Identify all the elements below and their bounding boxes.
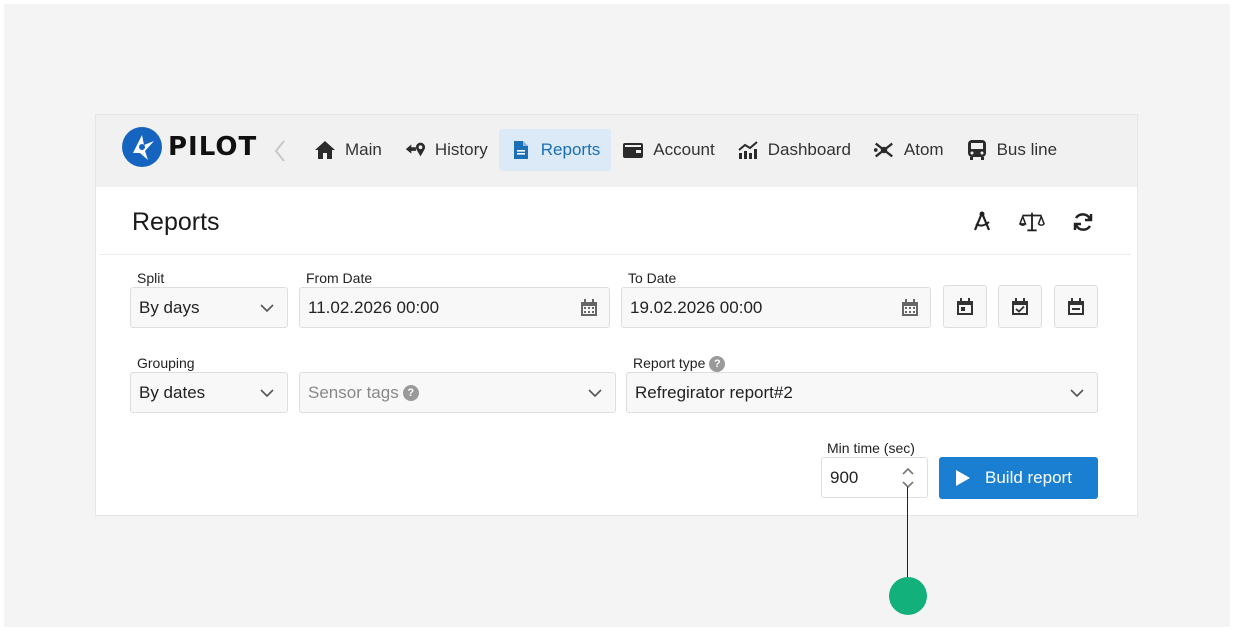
wallet-icon [622, 139, 644, 161]
calendar-day-icon [957, 297, 973, 315]
sensor-tags-placeholder: Sensor tags [308, 382, 399, 402]
from-date-label: From Date [306, 270, 373, 286]
nav-item-bus-line[interactable]: Bus line [955, 129, 1068, 171]
pilot-logo-icon [122, 127, 162, 167]
nav-item-atom[interactable]: Atom [862, 129, 955, 171]
grouping-select[interactable]: By dates [130, 372, 288, 413]
report-type-value: Refregirator report#2 [635, 382, 793, 402]
callout-line [907, 487, 908, 580]
to-date-input[interactable]: 19.02.2026 00:00 [621, 287, 931, 328]
nav-item-reports[interactable]: Reports [498, 129, 612, 171]
nav-item-label: Dashboard [767, 140, 851, 159]
report-type-label-text: Report type [633, 355, 706, 371]
grouping-value: By dates [139, 382, 206, 402]
calendar-check-icon [1012, 297, 1028, 315]
history-route-icon [404, 139, 426, 161]
report-type-label: Report type? [633, 355, 726, 373]
grouping-label: Grouping [137, 355, 195, 371]
to-date-value: 19.02.2026 00:00 [630, 297, 763, 317]
build-report-button[interactable]: Build report [939, 457, 1098, 499]
dashboard-chart-icon [737, 139, 759, 161]
nav-item-label: History [434, 140, 488, 159]
nav-tabs: Main History Reports Account Dashboard A… [303, 129, 1068, 171]
home-icon [314, 139, 336, 161]
nav-item-label: Atom [903, 140, 944, 159]
from-date-input[interactable]: 11.02.2026 00:00 [299, 287, 610, 328]
chevron-down-icon [260, 304, 274, 313]
chevron-down-icon [260, 389, 274, 398]
nav-item-history[interactable]: History [393, 129, 499, 171]
document-icon [510, 139, 532, 161]
play-icon [956, 470, 970, 486]
nav-item-dashboard[interactable]: Dashboard [726, 129, 862, 171]
nav-item-main[interactable]: Main [303, 129, 393, 171]
calendar-icon[interactable] [579, 298, 599, 318]
report-type-select[interactable]: Refregirator report#2 [626, 372, 1098, 413]
refresh-icon[interactable] [1070, 209, 1096, 235]
this-week-button[interactable] [998, 285, 1042, 328]
min-time-label: Min time (sec) [827, 440, 915, 456]
build-report-label: Build report [985, 468, 1072, 487]
nav-item-account[interactable]: Account [611, 129, 725, 171]
calendar-minus-icon [1068, 297, 1084, 315]
bus-icon [966, 139, 988, 161]
from-date-value: 11.02.2026 00:00 [308, 297, 440, 317]
nav-item-label: Reports [540, 140, 601, 159]
chevron-left-icon[interactable] [272, 137, 288, 165]
atom-icon [873, 139, 895, 161]
top-navbar: PILOT Main History Reports Account Dashb… [96, 115, 1137, 187]
scales-icon[interactable] [1019, 209, 1045, 235]
help-icon[interactable]: ? [402, 384, 419, 401]
panel-header: Reports [99, 189, 1131, 255]
split-label: Split [137, 270, 165, 286]
pilot-logo[interactable]: PILOT [122, 127, 257, 167]
sensor-tags-select[interactable]: Sensor tags ? [299, 372, 616, 413]
this-month-button[interactable] [1054, 285, 1098, 328]
page-title: Reports [132, 208, 220, 236]
chevron-down-icon [588, 389, 602, 398]
pilot-logo-text: PILOT [168, 132, 258, 162]
help-icon[interactable]: ? [709, 356, 726, 373]
split-select[interactable]: By days [130, 287, 288, 328]
min-time-value: 900 [830, 467, 859, 487]
compass-drawing-icon[interactable] [969, 209, 995, 235]
to-date-label: To Date [628, 270, 677, 286]
today-button[interactable] [943, 285, 987, 328]
calendar-icon[interactable] [900, 298, 920, 318]
nav-item-label: Main [345, 140, 382, 159]
nav-item-label: Bus line [996, 140, 1058, 159]
chevron-down-icon [1070, 389, 1084, 398]
nav-item-label: Account [653, 140, 715, 159]
split-value: By days [139, 297, 200, 317]
callout-marker [889, 577, 927, 615]
number-spinner-icon[interactable] [901, 464, 915, 492]
min-time-input[interactable]: 900 [821, 457, 928, 498]
